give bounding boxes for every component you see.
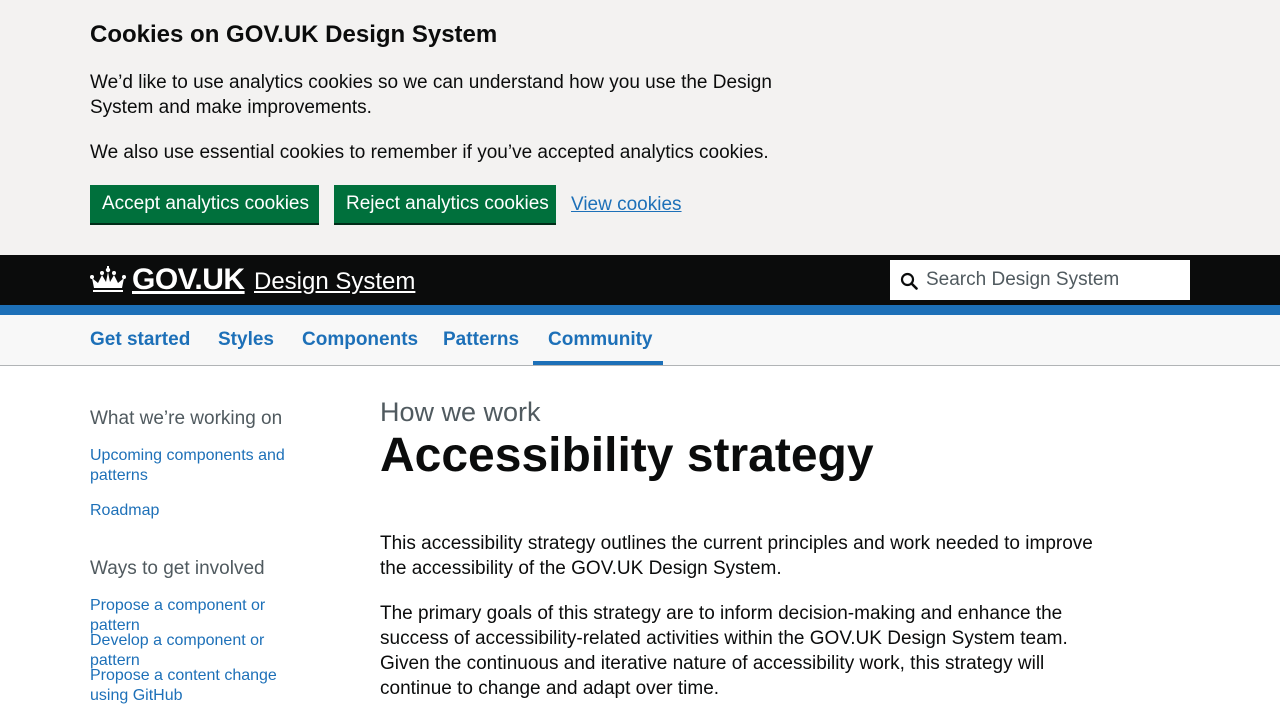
- page-caption: How we work: [380, 397, 541, 427]
- search-icon: [900, 272, 918, 290]
- service-name-link[interactable]: Design System: [254, 267, 415, 297]
- cookie-banner: Cookies on GOV.UK Design System We’d lik…: [0, 0, 1280, 255]
- sidebar-heading-get-involved: Ways to get involved: [90, 558, 265, 579]
- intro-paragraph: This accessibility strategy outlines the…: [380, 533, 1093, 579]
- page-title: Accessibility strategy: [380, 429, 874, 482]
- nav-community[interactable]: Community: [533, 315, 663, 365]
- nav-get-started[interactable]: Get started: [90, 315, 190, 365]
- nav-styles[interactable]: Styles: [218, 315, 274, 365]
- sidebar-heading-working-on: What we’re working on: [90, 408, 283, 429]
- crown-icon[interactable]: [90, 266, 126, 293]
- search-box[interactable]: [890, 260, 1190, 300]
- gov-uk-logo[interactable]: GOV.UK: [132, 262, 245, 298]
- main-navigation: Get started Styles Components Patterns C…: [0, 315, 1280, 366]
- nav-components[interactable]: Components: [302, 315, 418, 365]
- sidebar-link-roadmap[interactable]: Roadmap: [90, 501, 310, 521]
- sidebar-link-propose-component[interactable]: Propose a component or pattern: [90, 596, 310, 636]
- search-input[interactable]: [926, 260, 1184, 300]
- accept-cookies-button[interactable]: Accept analytics cookies: [90, 185, 319, 223]
- view-cookies-link[interactable]: View cookies: [571, 192, 682, 217]
- cookie-banner-text: We’d like to use analytics cookies so we…: [90, 72, 772, 118]
- header-blue-stripe: [0, 305, 1280, 315]
- cookie-banner-title: Cookies on GOV.UK Design System: [90, 21, 498, 48]
- sidebar-link-develop-component[interactable]: Develop a component or pattern: [90, 631, 310, 671]
- goals-paragraph: The primary goals of this strategy are t…: [380, 603, 1068, 699]
- reject-cookies-button[interactable]: Reject analytics cookies: [334, 185, 556, 223]
- cookie-banner-essential-text: We also use essential cookies to remembe…: [90, 142, 769, 163]
- nav-patterns[interactable]: Patterns: [443, 315, 519, 365]
- sidebar-link-propose-content[interactable]: Propose a content change using GitHub: [90, 666, 310, 706]
- sidebar-link-upcoming[interactable]: Upcoming components and patterns: [90, 446, 310, 486]
